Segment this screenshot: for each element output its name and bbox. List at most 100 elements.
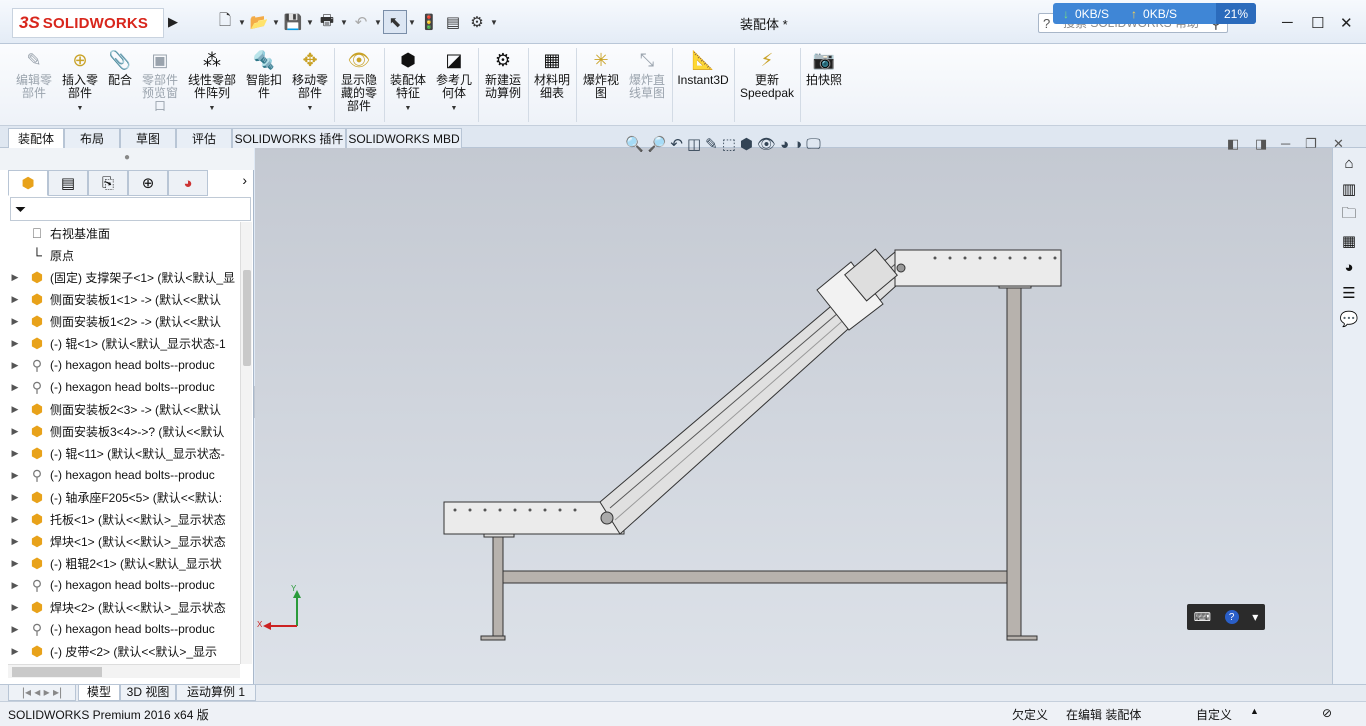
linear-pattern-button[interactable]: ⁂ 线性零部 件阵列 ▼ (186, 48, 238, 115)
expand-arrow-icon[interactable]: ▶ (8, 360, 22, 371)
expand-arrow-icon[interactable]: ▶ (8, 272, 22, 283)
tab-motion-study-1[interactable]: 运动算例 1 (176, 685, 256, 701)
design-library-icon[interactable]: ▥ (1338, 178, 1360, 200)
expand-arrow-icon[interactable]: ▶ (8, 470, 22, 481)
tab-assembly[interactable]: 装配体 (8, 128, 64, 148)
new-motion-study-button[interactable]: ⚙ 新建运 动算例 (482, 48, 524, 100)
reference-geometry-dropdown-icon[interactable]: ▼ (451, 102, 458, 115)
tree-item[interactable]: ▶ ⬢ (固定) 支撑架子<1> (默认<默认_显 (8, 266, 240, 288)
tab-mbd[interactable]: SOLIDWORKS MBD (346, 128, 462, 148)
tree-item[interactable]: ▶ ⬢ 焊块<1> (默认<<默认>_显示状态 (8, 530, 240, 552)
conveyor-model[interactable] (255, 148, 1332, 684)
tree-item[interactable]: ▶ ⬢ (-) 皮带<2> (默认<<默认>_显示 (8, 640, 240, 662)
tree-item[interactable]: ▶ ⬢ 托板<1> (默认<<默认>_显示状态 (8, 508, 240, 530)
tree-item[interactable]: ▶ ⬢ 侧面安装板1<1> -> (默认<<默认 (8, 288, 240, 310)
tab-scroll-buttons[interactable]: |◂ ◂ ▸ ▸| (8, 685, 76, 701)
view-palette-icon[interactable]: ▦ (1338, 230, 1360, 252)
component-preview-button[interactable]: ▣ 零部件 预览窗 口 (138, 48, 182, 113)
expand-arrow-icon[interactable]: ▶ (8, 404, 22, 415)
close-button[interactable]: ✕ (1340, 14, 1353, 32)
undo-dropdown[interactable]: ▼ (373, 10, 383, 34)
feature-manager-tab-icon[interactable]: ⬢ (8, 170, 48, 196)
custom-properties-icon[interactable]: ☰ (1338, 282, 1360, 304)
units-status[interactable]: 自定义 (1196, 706, 1232, 723)
property-manager-tab-icon[interactable]: ▤ (48, 170, 88, 196)
home-icon[interactable]: ⌂ (1338, 152, 1360, 174)
expand-arrow-icon[interactable]: ▶ (8, 602, 22, 613)
configuration-manager-tab-icon[interactable]: ⎘ (88, 170, 128, 196)
expand-arrow-icon[interactable]: ▶ (8, 338, 22, 349)
tree-item[interactable]: ⎕ 右视基准面 (8, 222, 240, 244)
show-hidden-components-button[interactable]: 👁 显示隐 藏的零 部件 (338, 48, 380, 113)
help-tooltip-icon[interactable]: ⊘ (1322, 706, 1332, 720)
tree-horizontal-scrollbar[interactable] (8, 664, 240, 678)
save-dropdown[interactable]: ▼ (305, 10, 315, 34)
edit-component-button[interactable]: ✎ 编辑零 部件 (14, 48, 54, 100)
undo-icon[interactable]: ↶ (349, 10, 373, 34)
smart-fasteners-button[interactable]: 🔩 智能扣 件 (244, 48, 284, 100)
display-manager-tab-icon[interactable]: ◕ (168, 170, 208, 196)
expand-arrow-icon[interactable]: ▶ (8, 536, 22, 547)
insert-component-button[interactable]: ⊕ 插入零 部件 ▼ (58, 48, 102, 115)
print-icon[interactable]: 🖶 (315, 10, 339, 34)
tree-item[interactable]: ▶ ⚲ (-) hexagon head bolts--produc (8, 464, 240, 486)
tree-filter[interactable]: ⏷ (10, 197, 251, 221)
update-speedpak-button[interactable]: ⚡ 更新 Speedpak (738, 48, 796, 100)
tree-item[interactable]: ▶ ⬢ (-) 辊<1> (默认<默认_显示状态-1 (8, 332, 240, 354)
assembly-features-button[interactable]: ⬢ 装配体 特征 ▼ (388, 48, 428, 115)
dimxpert-tab-icon[interactable]: ⊕ (128, 170, 168, 196)
expand-arrow-icon[interactable]: ▶ (8, 492, 22, 503)
save-icon[interactable]: 💾 (281, 10, 305, 34)
bom-button[interactable]: ▦ 材料明 细表 (532, 48, 572, 100)
open-icon[interactable]: 📂 (247, 10, 271, 34)
select-icon[interactable]: ⬉ (383, 10, 407, 34)
tab-sketch[interactable]: 草图 (120, 128, 176, 148)
expand-arrow-icon[interactable]: ▶ (8, 514, 22, 525)
tree-item[interactable]: └ 原点 (8, 244, 240, 266)
tab-addins[interactable]: SOLIDWORKS 插件 (232, 128, 346, 148)
expand-arrow-icon[interactable]: ▶ (8, 624, 22, 635)
tree-item[interactable]: ▶ ⬢ 焊块<2> (默认<<默认>_显示状态 (8, 596, 240, 618)
exploded-view-button[interactable]: ✳ 爆炸视 图 (580, 48, 622, 100)
appearances-icon[interactable]: ◕ (1338, 256, 1360, 278)
instant3d-button[interactable]: 📐 Instant3D (676, 48, 730, 87)
tab-layout[interactable]: 布局 (64, 128, 120, 148)
panel-splitter-handle[interactable]: ● (0, 148, 254, 170)
expand-arrow-icon[interactable]: ▶ (8, 382, 22, 393)
file-properties-icon[interactable]: ▤ (441, 10, 465, 34)
move-component-button[interactable]: ✥ 移动零 部件 ▼ (290, 48, 330, 115)
tree-item[interactable]: ▶ ⚲ (-) hexagon head bolts--produc (8, 618, 240, 640)
scrollbar-thumb[interactable] (243, 270, 251, 366)
tree-item[interactable]: ▶ ⬢ (-) 辊<11> (默认<默认_显示状态- (8, 442, 240, 464)
tab-evaluate[interactable]: 评估 (176, 128, 232, 148)
scrollbar-thumb[interactable] (12, 667, 102, 677)
expand-arrow-icon[interactable]: ▶ (8, 580, 22, 591)
open-dropdown[interactable]: ▼ (271, 10, 281, 34)
tree-item[interactable]: ▶ ⬢ (-) 粗辊2<1> (默认<默认_显示状 (8, 552, 240, 574)
tree-item[interactable]: ▶ ⚲ (-) hexagon head bolts--produc (8, 376, 240, 398)
tree-item[interactable]: ▶ ⚲ (-) hexagon head bolts--produc (8, 354, 240, 376)
tree-item[interactable]: ▶ ⬢ 侧面安装板1<2> -> (默认<<默认 (8, 310, 240, 332)
mini-toolbar-dropdown-icon[interactable]: ▾ (1252, 610, 1258, 624)
panel-tabs-scroll-arrow-icon[interactable]: › (242, 172, 247, 188)
keyboard-icon[interactable]: ⌨ (1194, 610, 1211, 624)
tree-item[interactable]: ▶ ⬢ 侧面安装板3<4>->? (默认<<默认 (8, 420, 240, 442)
graphics-area[interactable]: 🔍 🔎 ↶ ◫ ✎ ⬚ ⬢ 👁 ◕ ◑ 🖵 ◧ ◨ ─ ❐ ✕ Y X ⌨ ? … (255, 136, 1344, 684)
tree-vertical-scrollbar[interactable] (240, 222, 252, 664)
tree-item[interactable]: ▶ ⬢ (-) 轴承座F205<5> (默认<<默认: (8, 486, 240, 508)
maximize-button[interactable]: ☐ (1311, 14, 1324, 32)
new-dropdown[interactable]: ▼ (237, 10, 247, 34)
tree-item[interactable]: ▶ ⚲ (-) hexagon head bolts--produc (8, 574, 240, 596)
expand-arrow-icon[interactable]: ▶ (8, 426, 22, 437)
solidworks-logo[interactable]: 3S SOLIDWORKS (12, 8, 164, 38)
linear-pattern-dropdown-icon[interactable]: ▼ (209, 102, 216, 115)
help-icon[interactable]: ? (1224, 610, 1239, 624)
expand-arrow-icon[interactable]: ▶ (8, 294, 22, 305)
rebuild-icon[interactable]: 🚦 (417, 10, 441, 34)
menu-flyout-arrow-icon[interactable]: ▶ (168, 14, 180, 32)
expand-arrow-icon[interactable]: ▶ (8, 448, 22, 459)
explode-line-sketch-button[interactable]: ⤡ 爆炸直 线草图 (626, 48, 668, 100)
new-icon[interactable]: 🗋 (213, 10, 237, 34)
print-dropdown[interactable]: ▼ (339, 10, 349, 34)
file-explorer-icon[interactable]: 🗀 (1338, 204, 1360, 226)
